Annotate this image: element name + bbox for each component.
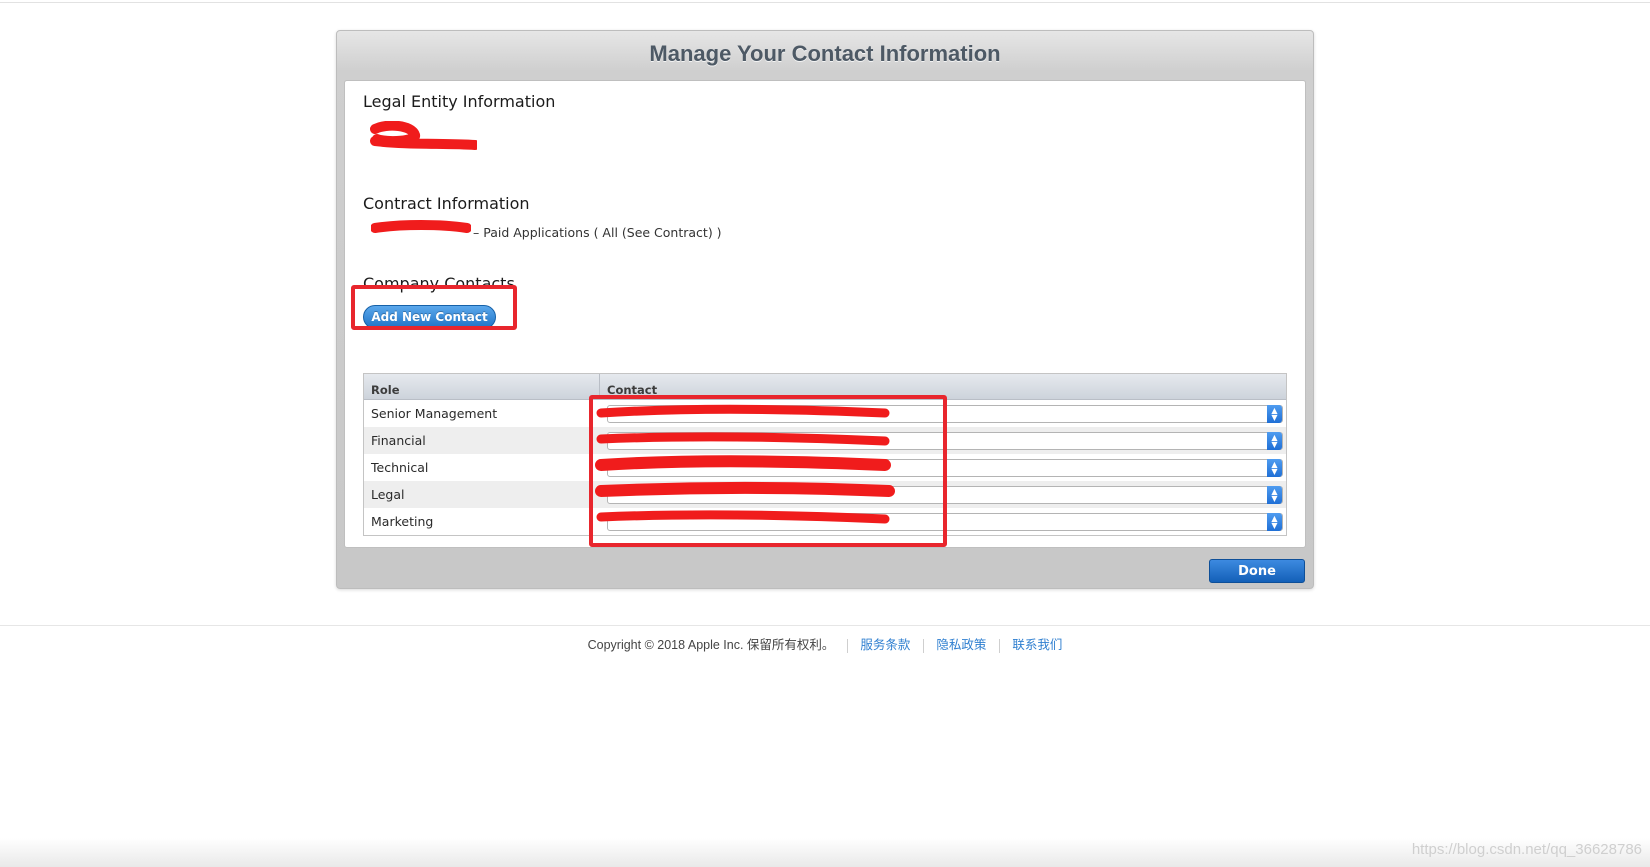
select-arrows-icon: ▲ ▼ [1267, 513, 1282, 531]
redacted-contract-name [371, 220, 471, 233]
footer-link-privacy[interactable]: 隐私政策 [936, 638, 986, 652]
role-column-header: Role [364, 374, 600, 399]
role-label: Technical [371, 460, 429, 475]
contract-info-heading: Contract Information [363, 194, 530, 213]
annotation-highlight-contacts [589, 395, 947, 547]
footer-divider [0, 625, 1650, 626]
bottom-bar [0, 838, 1650, 867]
contact-info-modal: Manage Your Contact Information Legal En… [336, 30, 1314, 589]
annotation-highlight-button [351, 285, 517, 330]
role-label: Financial [371, 433, 426, 448]
role-label: Marketing [371, 514, 434, 529]
copyright-text: Copyright © 2018 Apple Inc. 保留所有权利。 [587, 638, 835, 652]
watermark: https://blog.csdn.net/qq_36628786 [1411, 841, 1642, 858]
select-arrows-icon: ▲ ▼ [1267, 432, 1282, 450]
top-divider [0, 2, 1650, 3]
role-label: Senior Management [371, 406, 498, 421]
modal-title: Manage Your Contact Information [649, 41, 1001, 66]
footer-link-terms[interactable]: 服务条款 [860, 638, 910, 652]
select-arrows-icon: ▲ ▼ [1267, 486, 1282, 504]
select-arrows-icon: ▲ ▼ [1267, 405, 1282, 423]
role-label: Legal [371, 487, 405, 502]
footer-link-contact[interactable]: 联系我们 [1012, 638, 1062, 652]
footer-separator [998, 638, 1000, 653]
contract-description: – Paid Applications ( All (See Contract)… [473, 225, 722, 240]
select-arrows-icon: ▲ ▼ [1267, 459, 1282, 477]
footer-separator [922, 638, 924, 653]
page-footer: Copyright © 2018 Apple Inc. 保留所有权利。 服务条款… [0, 634, 1650, 653]
footer-separator [846, 638, 848, 653]
done-button[interactable]: Done [1209, 559, 1305, 583]
redacted-legal-entity [370, 121, 477, 150]
legal-entity-heading: Legal Entity Information [363, 92, 556, 111]
modal-body: Legal Entity Information Contract Inform… [344, 80, 1306, 548]
